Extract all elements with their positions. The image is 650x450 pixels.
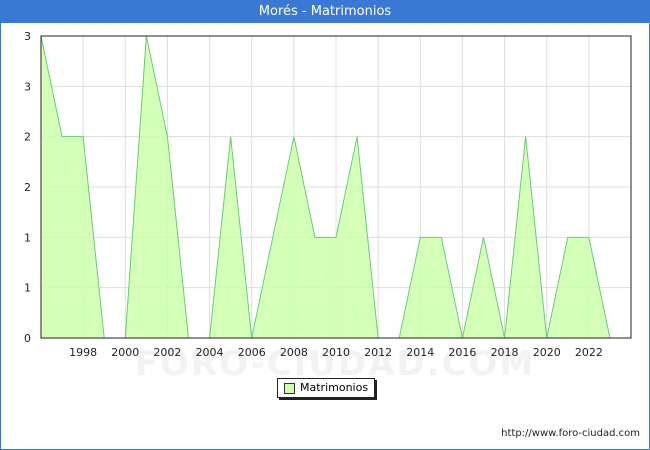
- source-url: http://www.foro-ciudad.com: [501, 428, 640, 439]
- x-tick-label: 2002: [153, 346, 181, 359]
- x-tick-label: 2000: [111, 346, 139, 359]
- y-tick-label: 3: [24, 30, 31, 43]
- y-tick-label: 3: [24, 80, 31, 93]
- x-tick-label: 2008: [280, 346, 308, 359]
- x-tick-label: 2006: [238, 346, 266, 359]
- y-tick-label: 0: [24, 332, 31, 345]
- x-tick-label: 2012: [364, 346, 392, 359]
- legend-swatch-matrimonios: [284, 383, 295, 394]
- x-tick-label: 2018: [491, 346, 519, 359]
- chart-legend: Matrimonios: [277, 378, 375, 398]
- x-tick-label: 2022: [575, 346, 603, 359]
- y-tick-label: 1: [24, 282, 31, 295]
- x-tick-label: 2016: [448, 346, 476, 359]
- x-tick-label: 2020: [533, 346, 561, 359]
- y-tick-label: 2: [24, 131, 31, 144]
- x-tick-label: 2014: [406, 346, 434, 359]
- x-tick-label: 2010: [322, 346, 350, 359]
- legend-label-matrimonios: Matrimonios: [300, 381, 369, 394]
- y-tick-label: 1: [24, 231, 31, 244]
- chart-frame: Morés - Matrimonios FORO-CIUDAD.COM 1998…: [0, 0, 650, 450]
- x-tick-label: 2004: [196, 346, 224, 359]
- x-tick-label: 1998: [69, 346, 97, 359]
- y-tick-label: 2: [24, 181, 31, 194]
